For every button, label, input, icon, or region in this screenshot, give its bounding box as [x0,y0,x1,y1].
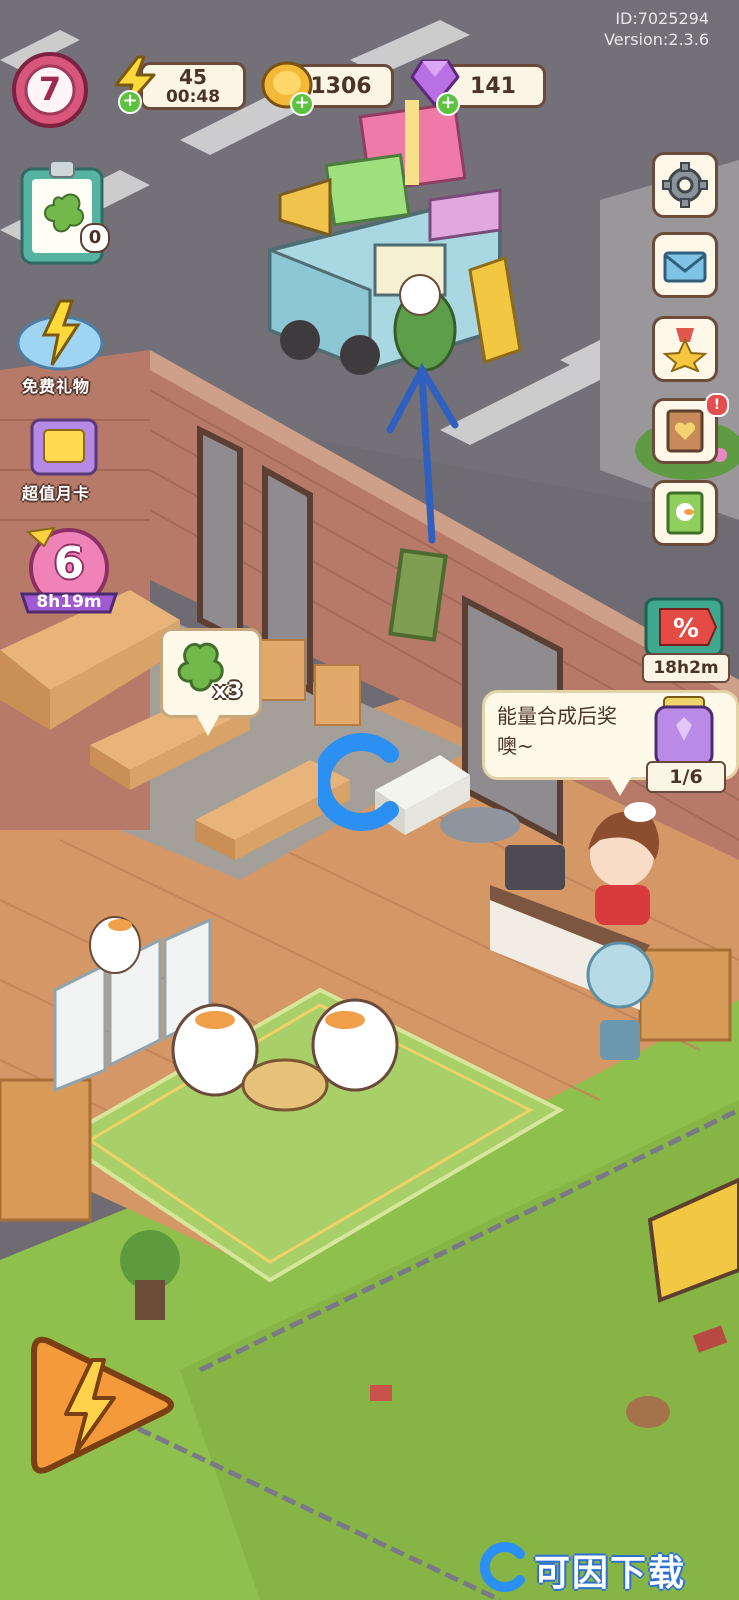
achievements-button[interactable] [652,316,718,382]
jar-progress: 1/6 [646,761,726,793]
gems-plus-icon[interactable]: + [436,92,460,116]
player-level-value: 7 [38,70,62,108]
triangle-lightning-icon [31,1336,174,1474]
clipboard-count: 0 [80,223,110,253]
watermark-logo-icon [480,1542,525,1592]
coins-plus-icon[interactable]: + [290,92,314,116]
monthly-card-button[interactable]: 超值月卡 [14,410,110,510]
free-gift-icon [16,299,104,371]
notification-badge-icon: ! [705,393,729,417]
order-bubble[interactable]: x3 [160,628,262,718]
player-level-badge[interactable]: 7 [10,50,90,130]
free-gift-button[interactable]: 免费礼物 [8,295,108,400]
recipe-book-button[interactable] [652,480,718,546]
sale-offer-button[interactable]: % 18h2m [636,595,732,685]
svg-text:%: % [673,614,699,644]
energy-merge-button[interactable] [14,1320,184,1490]
journal-button[interactable]: ! [652,393,729,464]
watermark-text: 可因下载 [534,1553,687,1594]
energy-plus-icon[interactable]: + [118,90,142,114]
event-timer: 8h19m [36,592,102,612]
sale-timer: 18h2m [642,653,730,683]
star-medal-icon [662,328,708,372]
gear-icon [662,162,708,208]
version-label: Version:2.3.6 [604,30,709,49]
heart-book-icon [666,409,704,453]
free-gift-label: 免费礼物 [22,377,91,396]
energy-jar-button[interactable]: 1/6 [636,695,732,795]
account-id: ID:7025294 [615,9,709,28]
event-level-badge[interactable]: 6 8h19m [14,518,124,628]
monthly-card-label: 超值月卡 [22,484,91,503]
duck-book-icon [666,491,704,535]
sale-tag-icon: % [644,597,724,657]
speech-bubble-tail [608,776,632,796]
watermark: 可因下载 [480,1540,735,1596]
order-bubble-tail [196,714,220,736]
watermark-c-logo-icon [318,733,399,831]
task-clipboard-button[interactable]: 0 [18,155,110,267]
monthly-card-icon [30,418,98,476]
mail-button[interactable] [652,232,718,298]
crystal-jar-icon [654,696,714,767]
mail-icon [663,251,707,283]
order-count: x3 [213,679,243,704]
event-level-value: 6 [53,538,85,589]
settings-button[interactable] [652,152,718,218]
